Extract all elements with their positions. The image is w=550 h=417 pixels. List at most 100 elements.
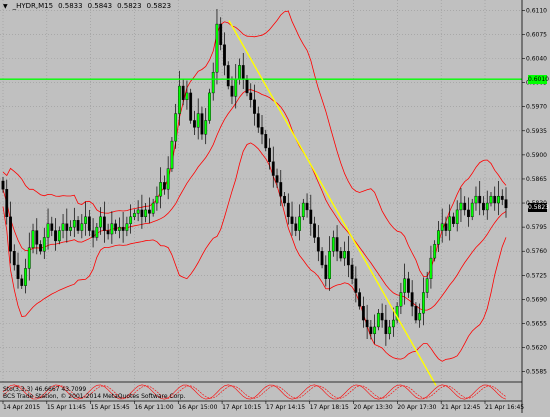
- candle-body: [410, 292, 414, 307]
- price-label: 0.5760: [526, 248, 547, 255]
- candle-body: [174, 113, 178, 142]
- candle-body: [114, 223, 118, 231]
- candle-body: [129, 216, 133, 224]
- time-label: 15 Apr 11:45: [47, 404, 86, 411]
- candle-body: [106, 230, 110, 235]
- candle-body: [268, 147, 271, 162]
- candle-body: [264, 134, 268, 149]
- candle-body: [260, 127, 264, 135]
- price-label: 0.5690: [526, 296, 547, 303]
- chart-window[interactable]: 0.61100.60750.60400.60050.59700.59350.59…: [0, 0, 550, 413]
- price-label: 0.5655: [526, 320, 547, 327]
- candle-body: [429, 257, 433, 279]
- candle-body: [361, 306, 365, 321]
- candle-body: [301, 202, 305, 218]
- candle-body: [241, 65, 245, 80]
- candle-body: [72, 220, 76, 228]
- close-value: 0.5823: [146, 2, 172, 10]
- candle-body: [437, 230, 440, 245]
- candle-body: [35, 230, 39, 245]
- candle-body: [279, 182, 283, 197]
- price-label: 0.5865: [526, 176, 547, 183]
- candle-body: [69, 226, 72, 231]
- time-label: 16 Apr 11:00: [134, 404, 173, 411]
- time-label: 15 Apr 15:45: [91, 404, 130, 411]
- candle-body: [283, 195, 286, 204]
- candle-body: [253, 99, 256, 114]
- candle-body: [482, 202, 485, 211]
- candle-body: [478, 195, 482, 204]
- candle-body: [125, 223, 129, 231]
- candle-body: [309, 209, 313, 224]
- price-label: 0.5900: [526, 152, 547, 159]
- price-chart[interactable]: 0.61100.60750.60400.60050.59700.59350.59…: [0, 0, 550, 413]
- candle-body: [354, 278, 358, 293]
- candle-body: [189, 92, 193, 121]
- candle-body: [230, 85, 234, 97]
- candle-body: [298, 216, 301, 231]
- candle-body: [391, 319, 395, 328]
- candle-body: [313, 223, 316, 238]
- candle-body: [136, 209, 140, 214]
- candle-body: [110, 223, 114, 235]
- candle-body: [208, 92, 211, 121]
- candle-body: [455, 209, 459, 224]
- candle-body: [12, 251, 16, 266]
- price-label: 0.6075: [526, 31, 547, 38]
- candle-body: [365, 319, 369, 328]
- stochastic-label: Sto(3,3,3) 46.6667 43.7099: [3, 386, 87, 393]
- time-label: 20 Apr 17:30: [397, 404, 436, 411]
- candle-body: [151, 202, 155, 214]
- candle-body: [76, 220, 80, 231]
- candle-body: [147, 209, 151, 214]
- candle-body: [1, 180, 5, 190]
- candle-body: [65, 223, 69, 231]
- candle-body: [500, 195, 504, 200]
- candle-body: [324, 264, 328, 279]
- candle-body: [339, 251, 343, 259]
- candle-body: [418, 312, 422, 321]
- time-label: 20 Apr 13:30: [354, 404, 393, 411]
- candle-body: [444, 223, 448, 231]
- low-value: 0.5823: [117, 2, 142, 10]
- candle-body: [245, 78, 249, 94]
- candle-body: [463, 202, 467, 211]
- candle-body: [16, 264, 20, 279]
- candle-body: [185, 92, 189, 101]
- dropdown-triangle-icon[interactable]: ▼: [3, 3, 8, 10]
- candle-body: [290, 216, 294, 224]
- candle-body: [99, 216, 102, 228]
- candle-body: [414, 306, 418, 321]
- candle-body: [215, 23, 219, 73]
- candle-body: [373, 326, 377, 335]
- candle-body: [27, 247, 31, 269]
- candle-body: [20, 278, 24, 286]
- candle-body: [286, 202, 290, 218]
- candle-body: [159, 182, 163, 197]
- candle-body: [178, 85, 181, 114]
- candle-body: [193, 120, 196, 128]
- candle-body: [196, 113, 200, 128]
- chart-background: [0, 0, 550, 413]
- time-label: 17 Apr 18:15: [310, 404, 349, 411]
- price-label: 0.6040: [526, 56, 547, 63]
- candle-body: [275, 175, 279, 183]
- time-label: 16 Apr 15:00: [178, 404, 217, 411]
- candle-body: [9, 216, 12, 252]
- candle-body: [343, 251, 346, 259]
- candle-body: [204, 120, 208, 135]
- high-value: 0.5843: [87, 2, 113, 10]
- candle-body: [219, 23, 223, 45]
- candle-body: [234, 78, 238, 97]
- candle-body: [24, 268, 27, 286]
- current-price-tag: 0.5823: [528, 203, 549, 213]
- candle-body: [57, 230, 61, 242]
- candle-body: [140, 209, 144, 218]
- level-price-tag: 0.6010: [528, 74, 549, 84]
- candle-body: [170, 140, 174, 169]
- candle-body: [80, 223, 84, 231]
- candle-body: [452, 216, 455, 224]
- candle-body: [238, 65, 241, 80]
- copyright-text: BCS Trade Station, © 2001-2014 MetaQuote…: [3, 393, 186, 400]
- candle-body: [294, 223, 298, 231]
